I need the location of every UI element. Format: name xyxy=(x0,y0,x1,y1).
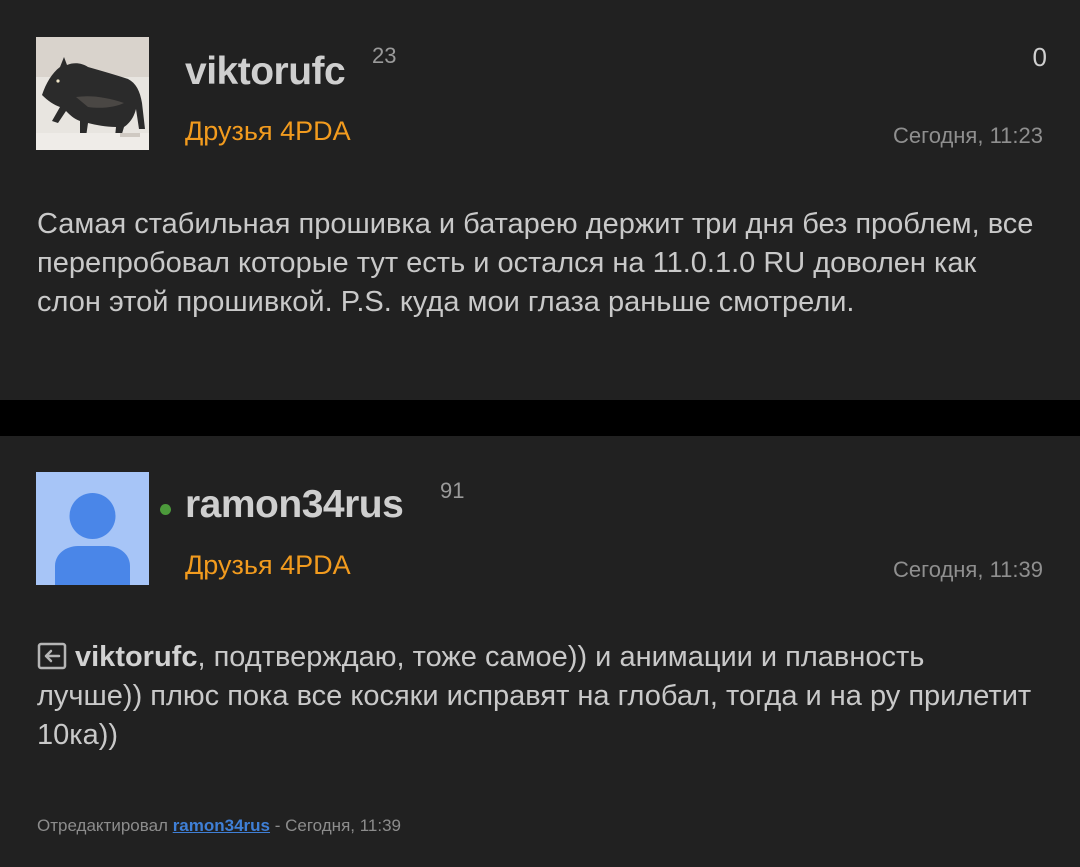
user-mention[interactable]: viktorufc xyxy=(75,641,197,673)
user-group: Друзья 4PDA xyxy=(185,116,351,146)
avatar[interactable] xyxy=(36,37,149,150)
post-vote-count[interactable]: 0 xyxy=(1033,42,1047,73)
username[interactable]: viktorufc xyxy=(185,50,346,94)
edit-note: Отредактировал ramon34rus - Сегодня, 11:… xyxy=(37,816,401,836)
reputation-count[interactable]: 91 xyxy=(440,478,464,504)
user-group: Друзья 4PDA xyxy=(185,550,351,580)
post-timestamp: Сегодня, 11:23 xyxy=(893,123,1043,148)
quote-reply-icon[interactable] xyxy=(37,641,67,671)
post-card: ramon34rus 91 Друзья 4PDA Сегодня, 11:39… xyxy=(0,436,1080,867)
online-status-indicator xyxy=(160,504,171,515)
reputation-count[interactable]: 23 xyxy=(372,43,396,69)
post-body: Самая стабильная прошивка и батарею держ… xyxy=(37,208,1034,318)
edit-note-suffix: - Сегодня, 11:39 xyxy=(270,816,402,835)
editor-link[interactable]: ramon34rus xyxy=(173,816,270,835)
avatar[interactable] xyxy=(36,472,149,585)
username[interactable]: ramon34rus xyxy=(185,483,404,527)
edit-note-prefix: Отредактировал xyxy=(37,816,173,835)
post-timestamp: Сегодня, 11:39 xyxy=(893,557,1043,582)
wolf-avatar-icon xyxy=(36,37,149,150)
post-body: viktorufc, подтверждаю, тоже самое)) и а… xyxy=(37,638,1037,755)
post-card: viktorufc 23 Друзья 4PDA Сегодня, 11:23 … xyxy=(0,0,1080,400)
default-user-avatar-icon xyxy=(36,472,149,585)
